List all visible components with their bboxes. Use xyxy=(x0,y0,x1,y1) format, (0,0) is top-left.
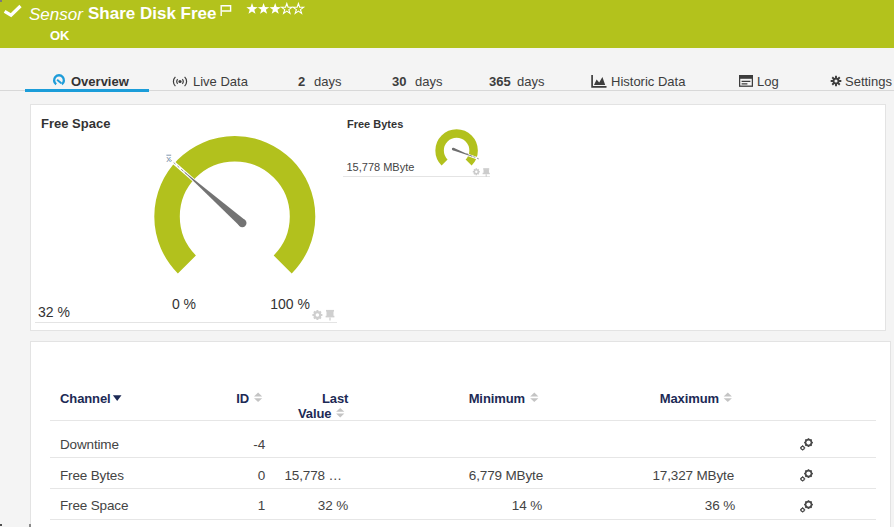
svg-text:x: x xyxy=(166,153,171,164)
